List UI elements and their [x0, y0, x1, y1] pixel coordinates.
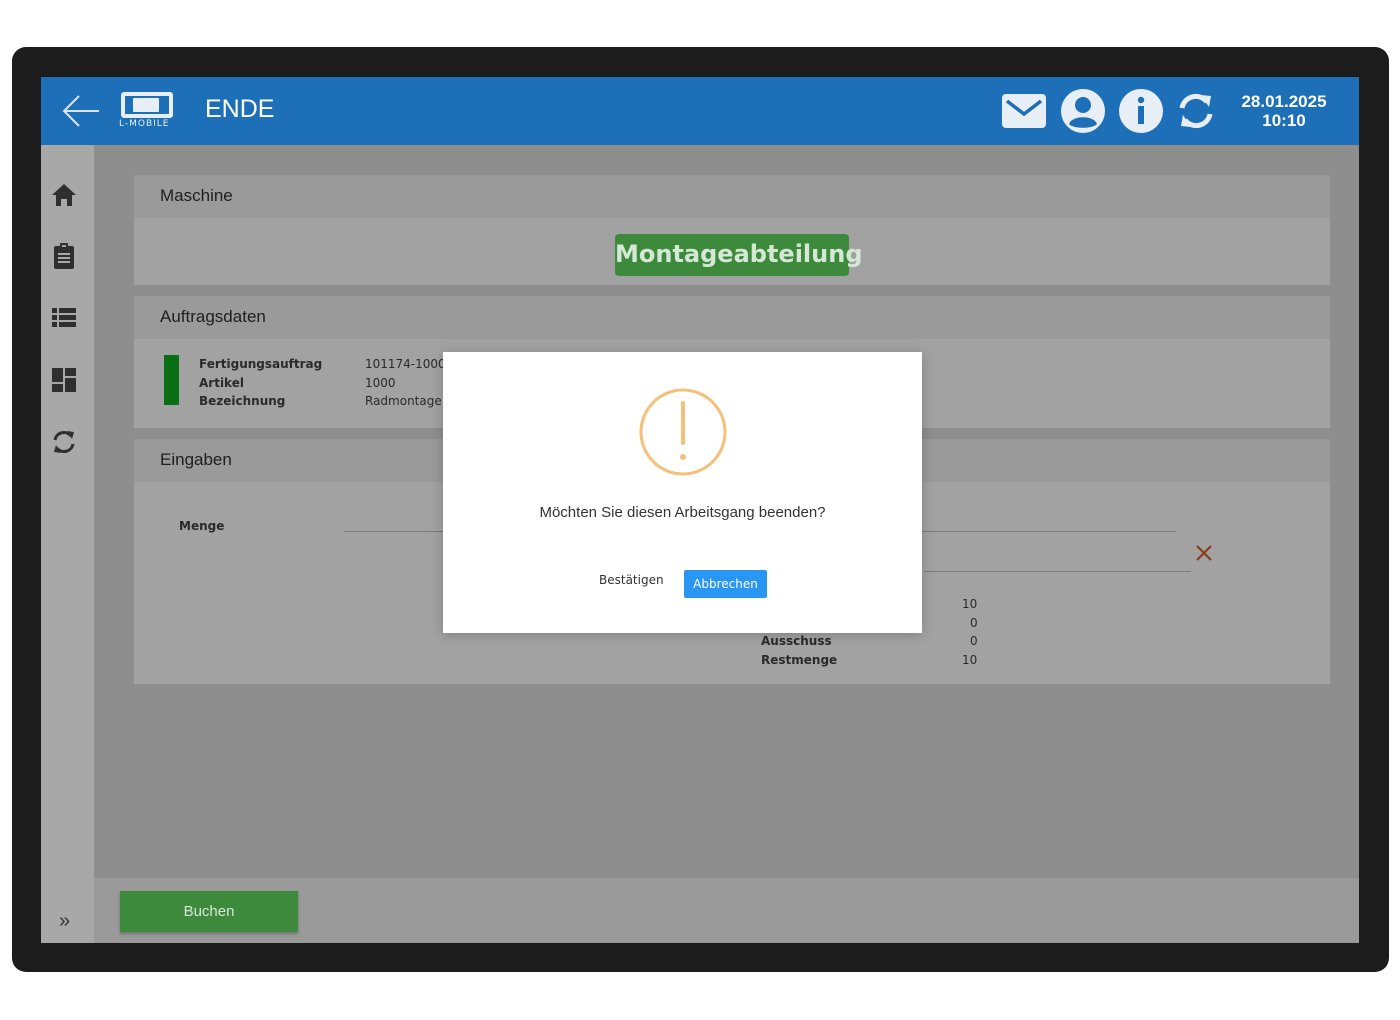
clipboard-icon[interactable] [50, 242, 78, 270]
datetime: 28.01.2025 10:10 [1229, 92, 1339, 130]
list-icon[interactable] [50, 304, 78, 332]
second-input[interactable] [924, 571, 1191, 572]
sync-icon[interactable] [1173, 88, 1219, 134]
machine-card: Maschine Montageabteilung [134, 175, 1330, 285]
scrap-value: 0 [970, 634, 978, 648]
book-button[interactable]: Buchen [120, 891, 298, 932]
info-icon[interactable] [1118, 88, 1164, 134]
logo: L-MOBILE [119, 90, 177, 130]
sidebar-expand-button[interactable]: » [59, 910, 70, 933]
dialog-message: Möchten Sie diesen Arbeitsgang beenden? [539, 504, 826, 521]
article-label: Artikel [199, 376, 244, 390]
description-value: Radmontage [365, 394, 442, 408]
description-label: Bezeichnung [199, 394, 286, 408]
home-icon[interactable] [50, 181, 78, 209]
machine-heading: Maschine [134, 175, 1330, 218]
page-title: ENDE [205, 95, 275, 123]
confirm-button[interactable]: Bestätigen [599, 573, 664, 587]
logo-text: L-MOBILE [119, 119, 170, 129]
summary-value-1: 10 [962, 597, 978, 611]
header-bar: L-MOBILE ENDE 28.01.2025 10:10 [41, 77, 1359, 145]
warning-icon [639, 388, 727, 476]
user-icon[interactable] [1060, 88, 1106, 134]
quantity-label: Menge [179, 519, 225, 533]
summary-value-2: 0 [970, 616, 978, 630]
close-icon[interactable] [1194, 543, 1214, 563]
back-arrow-icon[interactable] [59, 91, 103, 131]
date-text: 28.01.2025 [1241, 92, 1327, 111]
order-label: Fertigungsauftrag [199, 357, 323, 371]
machine-badge[interactable]: Montageabteilung [615, 234, 863, 276]
order-heading: Auftragsdaten [134, 296, 1330, 339]
time-text: 10:10 [1262, 111, 1306, 130]
confirm-dialog: Möchten Sie diesen Arbeitsgang beenden? … [443, 352, 922, 633]
logo-mark [121, 92, 173, 118]
scrap-label: Ausschuss [761, 634, 832, 648]
sync-icon[interactable] [50, 428, 78, 456]
cancel-button[interactable]: Abbrechen [684, 570, 767, 598]
status-indicator [164, 355, 179, 405]
dashboard-icon[interactable] [50, 366, 78, 394]
remaining-value: 10 [962, 653, 978, 667]
mail-icon[interactable] [1001, 88, 1047, 134]
order-value: 101174-1000 [365, 357, 446, 371]
footer-bar: Buchen [94, 878, 1359, 943]
sidebar: » [41, 145, 94, 943]
remaining-label: Restmenge [761, 653, 838, 667]
article-value: 1000 [365, 376, 396, 390]
